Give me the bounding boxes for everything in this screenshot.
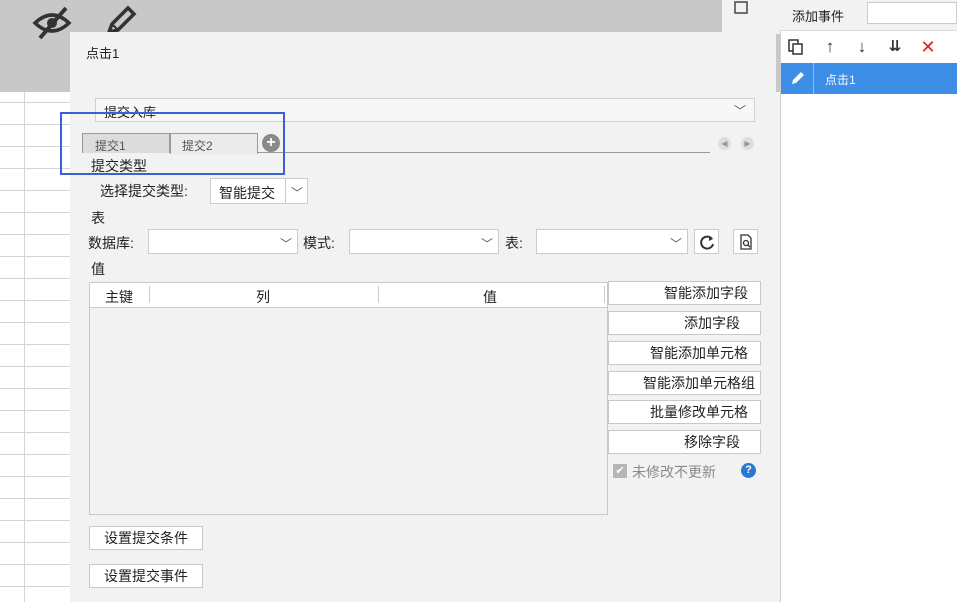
smart-add-cell-group-button[interactable]: 智能添加单元格组	[608, 371, 761, 395]
tab-prev-icon[interactable]: ◀	[718, 137, 731, 150]
chevron-down-icon: ﹀	[480, 237, 493, 251]
sheet-row-line	[0, 344, 70, 345]
table-label: 表:	[505, 235, 523, 251]
database-select[interactable]: ﹀	[148, 229, 298, 254]
sheet-row-line	[0, 234, 70, 235]
section-value: 值	[91, 261, 105, 277]
toolbar-panel-toggle[interactable]	[722, 0, 780, 34]
sheet-row-line	[0, 366, 70, 367]
chevron-down-icon: ﹀	[279, 237, 292, 251]
move-to-bottom-icon[interactable]: ⇊	[885, 36, 905, 58]
sheet-row-line	[0, 388, 70, 389]
sheet-row-line	[0, 410, 70, 411]
schema-label: 模式:	[303, 235, 335, 251]
chevron-down-icon: ﹀	[291, 186, 304, 200]
sheet-row-line	[0, 212, 70, 213]
sheet-row-line	[0, 454, 70, 455]
refresh-icon[interactable]	[694, 229, 719, 254]
sheet-row-line	[0, 322, 70, 323]
field-grid[interactable]: 主键 列 值	[89, 282, 608, 515]
chevron-down-icon: ﹀	[733, 104, 746, 118]
sheet-column-line	[24, 92, 25, 602]
sheet-row-line	[0, 498, 70, 499]
sheet-row-line	[0, 586, 70, 587]
grid-header: 主键 列 值	[90, 283, 607, 308]
column-header-column[interactable]: 列	[256, 287, 270, 307]
set-submit-event-button[interactable]: 设置提交事件	[89, 564, 203, 588]
delete-icon[interactable]: ✕	[918, 36, 938, 58]
sheet-row-line	[0, 256, 70, 257]
sheet-row-line	[0, 542, 70, 543]
sheet-row-line	[0, 520, 70, 521]
column-header-primary-key[interactable]: 主键	[105, 287, 133, 307]
choose-submit-type-label: 选择提交类型:	[100, 183, 188, 199]
batch-modify-cell-button[interactable]: 批量修改单元格	[608, 400, 761, 424]
no-update-label: 未修改不更新	[632, 464, 716, 480]
help-icon[interactable]: ?	[741, 463, 756, 478]
sheet-row-line	[0, 476, 70, 477]
smart-add-field-button[interactable]: 智能添加字段	[608, 281, 761, 305]
submit-type-select[interactable]: 智能提交 ﹀	[210, 178, 308, 204]
smart-add-cell-button[interactable]: 智能添加单元格	[608, 341, 761, 365]
section-submit-type: 提交类型	[91, 158, 147, 174]
dialog-title: 点击1	[86, 46, 120, 61]
sheet-row-line	[0, 190, 70, 191]
remove-field-button[interactable]: 移除字段	[608, 430, 761, 454]
preview-icon[interactable]	[733, 229, 758, 254]
sheet-row-line	[0, 278, 70, 279]
copy-icon[interactable]	[786, 36, 806, 58]
column-header-value[interactable]: 值	[483, 287, 497, 307]
database-label: 数据库:	[88, 235, 134, 251]
add-field-button[interactable]: 添加字段	[608, 311, 761, 335]
no-update-checkbox[interactable]: ✔	[613, 464, 627, 478]
arrow-down-icon[interactable]: ↓	[852, 36, 872, 58]
edit-icon	[792, 72, 804, 84]
sheet-row-line	[0, 432, 70, 433]
tab-next-icon[interactable]: ▶	[741, 137, 754, 150]
event-panel-title: 添加事件	[792, 9, 845, 24]
sheet-row-line	[0, 300, 70, 301]
table-select[interactable]: ﹀	[536, 229, 688, 254]
sheet-row-line	[0, 102, 70, 103]
window-icon	[734, 1, 748, 14]
eye-off-icon[interactable]	[32, 5, 74, 41]
submit-type-select-value: 智能提交	[219, 185, 275, 201]
schema-select[interactable]: ﹀	[349, 229, 499, 254]
sheet-row-line	[0, 564, 70, 565]
event-list-item[interactable]: 点击1	[781, 63, 957, 94]
arrow-up-icon[interactable]: ↑	[820, 36, 840, 58]
event-item-label: 点击1	[825, 73, 856, 87]
set-submit-condition-button[interactable]: 设置提交条件	[89, 526, 203, 550]
event-name-input[interactable]	[867, 2, 957, 24]
chevron-down-icon: ﹀	[669, 237, 682, 251]
section-table: 表	[91, 210, 105, 226]
